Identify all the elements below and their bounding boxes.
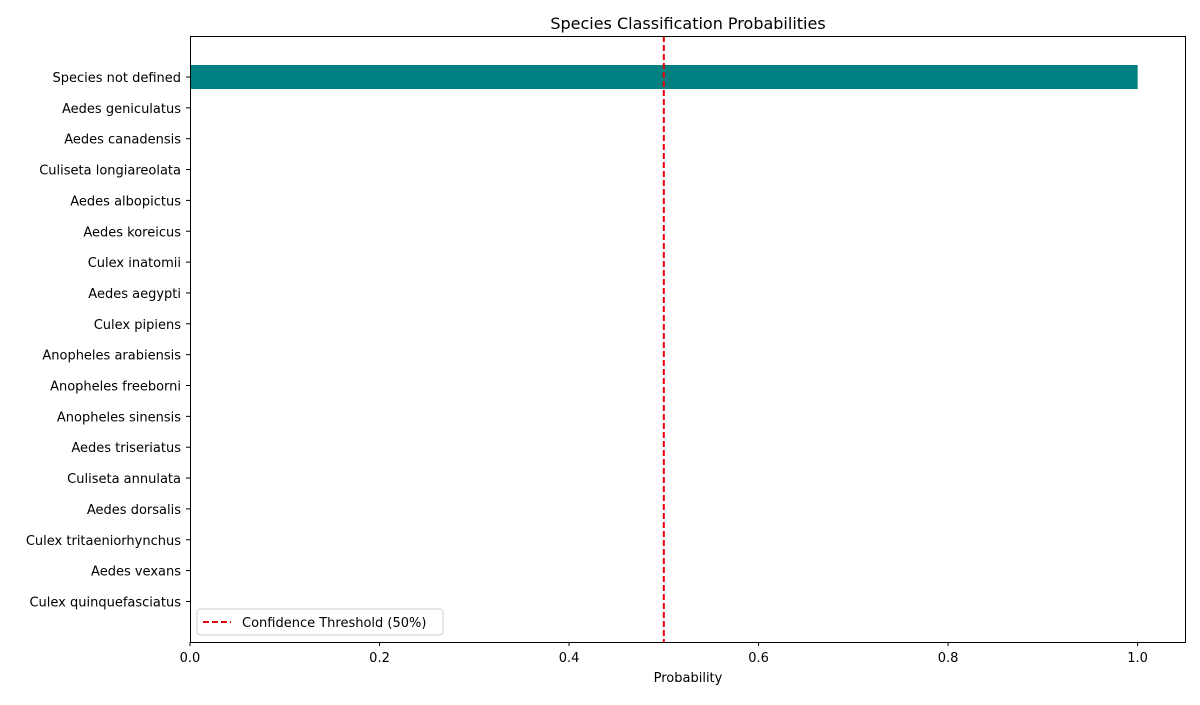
y-tick-label: Aedes albopictus xyxy=(70,194,181,209)
x-tick-label: 0.6 xyxy=(748,651,769,666)
y-tick-label: Aedes dorsalis xyxy=(87,503,181,518)
x-tick-label: 0.8 xyxy=(938,651,959,666)
x-tick-label: 0.2 xyxy=(369,651,390,666)
y-tick-label: Species not defined xyxy=(52,71,181,86)
chart-title: Species Classification Probabilities xyxy=(550,14,825,33)
x-axis-label: Probability xyxy=(654,671,723,686)
y-tick-label: Anopheles freeborni xyxy=(50,380,181,395)
legend: Confidence Threshold (50%) xyxy=(196,608,444,636)
y-tick-label: Culex tritaeniorhynchus xyxy=(26,534,181,549)
y-tick-label: Culiseta longiareolata xyxy=(39,164,181,179)
y-axis: Species not defined Aedes geniculatus Aede… xyxy=(26,71,190,610)
legend-threshold-label: Confidence Threshold (50%) xyxy=(242,616,426,631)
y-tick-label: Culex quinquefasciatus xyxy=(29,595,181,610)
y-tick-label: Aedes aegypti xyxy=(88,287,181,302)
y-tick-label: Aedes vexans xyxy=(91,565,181,580)
y-tick-label: Aedes geniculatus xyxy=(62,102,181,117)
y-tick-label: Aedes triseriatus xyxy=(71,441,181,456)
x-tick-label: 1.0 xyxy=(1127,651,1148,666)
y-tick-label: Aedes koreicus xyxy=(83,225,181,240)
x-axis: 0.0 0.2 0.4 0.6 0.8 1.0 xyxy=(180,642,1148,666)
x-tick-label: 0.0 xyxy=(180,651,201,666)
chart-svg: Species Classification Probabilities Spe… xyxy=(26,14,1186,686)
y-tick-label: Anopheles arabiensis xyxy=(42,349,181,364)
y-tick-label: Aedes canadensis xyxy=(64,133,181,148)
x-tick-label: 0.4 xyxy=(559,651,580,666)
y-tick-label: Anopheles sinensis xyxy=(57,410,181,425)
y-tick-label: Culex inatomii xyxy=(88,256,181,271)
y-tick-label: Culex pipiens xyxy=(94,318,181,333)
y-tick-label: Culiseta annulata xyxy=(67,472,181,487)
chart: Species Classification Probabilities Spe… xyxy=(0,0,1200,700)
plot-frame xyxy=(190,36,1186,643)
